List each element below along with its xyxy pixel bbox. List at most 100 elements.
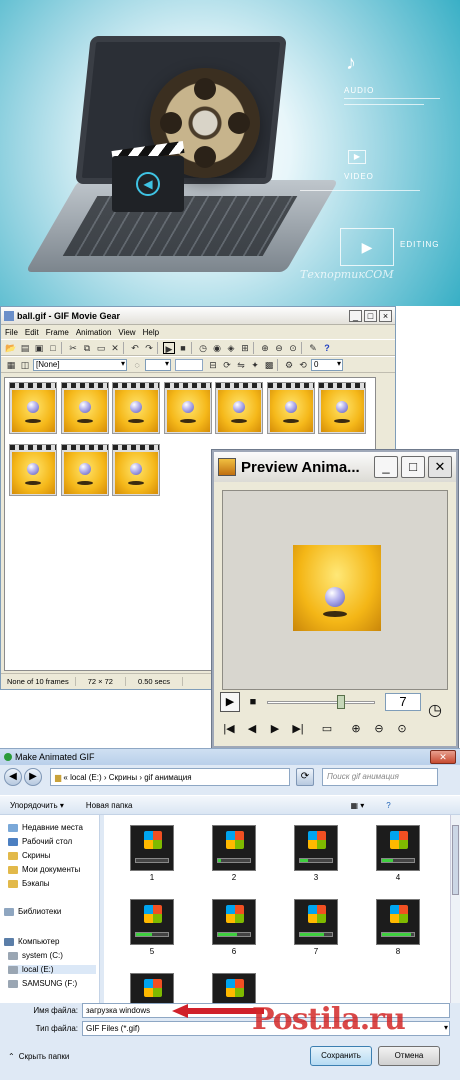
preview-minimize-button[interactable]: _ [374, 456, 398, 478]
color-select[interactable] [145, 358, 171, 371]
search-input[interactable]: Поиск gif анимация [322, 768, 438, 786]
file-thumbnail[interactable]: 5 [122, 895, 182, 961]
frame-thumbnail[interactable] [215, 382, 263, 434]
address-bar[interactable]: ▆ « local (E:) › Скрины › gif анимация [50, 768, 290, 786]
loop-icon[interactable]: ⚙ [283, 359, 295, 371]
refresh-button[interactable]: ⟳ [296, 768, 314, 786]
breadcrumb-gif[interactable]: gif анимация [144, 773, 191, 782]
effects-icon[interactable]: ✦ [249, 359, 261, 371]
zoom-in-icon[interactable]: ⊕ [347, 720, 365, 738]
delete-icon[interactable]: ✕ [109, 342, 121, 354]
grid-icon[interactable]: ▩ [263, 359, 275, 371]
preview-close-button[interactable]: ✕ [428, 456, 452, 478]
zoom-select[interactable]: 0 [311, 358, 343, 371]
menu-animation[interactable]: Animation [76, 328, 112, 337]
help-icon[interactable]: ? [386, 801, 390, 810]
color-pick-icon[interactable]: ◌ [131, 359, 143, 371]
nav-documents[interactable]: Мои документы [8, 865, 80, 874]
file-thumbnail[interactable]: 1 [122, 821, 182, 887]
zoom-out-icon[interactable]: ⊖ [273, 342, 285, 354]
view-options-icon[interactable]: ▦ ▾ [350, 801, 364, 810]
menu-frame[interactable]: Frame [46, 328, 69, 337]
save-button[interactable]: Сохранить [310, 1046, 372, 1066]
close-button[interactable]: × [379, 309, 392, 322]
file-thumbnail[interactable]: 2 [204, 821, 264, 887]
back-button[interactable]: ◀ [4, 768, 22, 786]
cancel-button[interactable]: Отмена [378, 1046, 440, 1066]
disposal-select[interactable]: [None] [33, 358, 127, 371]
file-thumbnail[interactable]: 7 [286, 895, 346, 961]
copy-icon[interactable]: ⧉ [81, 342, 93, 354]
timing-clock-icon[interactable]: ◷ [426, 702, 444, 720]
save-icon[interactable]: ▣ [33, 342, 45, 354]
scrollbar-thumb[interactable] [452, 825, 459, 895]
nav-drive-f[interactable]: SAMSUNG (F:) [8, 979, 77, 988]
nav-recent[interactable]: Недавние места [8, 823, 83, 832]
dialog-close-button[interactable]: ✕ [430, 750, 456, 764]
frame-thumbnail[interactable] [9, 444, 57, 496]
nav-desktop[interactable]: Рабочий стол [8, 837, 72, 846]
open-icon[interactable]: 📂 [5, 342, 17, 354]
file-thumbnail[interactable]: 4 [368, 821, 428, 887]
timing-icon[interactable]: ◷ [197, 342, 209, 354]
file-thumbnail[interactable] [204, 969, 264, 1003]
menu-file[interactable]: File [5, 328, 18, 337]
frame-thumbnail[interactable] [112, 382, 160, 434]
frame-slider[interactable] [267, 695, 375, 709]
stop-button[interactable]: ■ [244, 693, 262, 711]
new-folder-button[interactable]: Новая папка [86, 801, 133, 810]
forward-button[interactable]: ▶ [24, 768, 42, 786]
zoom-reset-icon[interactable]: ⊙ [393, 720, 411, 738]
redo-icon[interactable]: ↷ [143, 342, 155, 354]
paste-icon[interactable]: ▭ [95, 342, 107, 354]
hide-folders-toggle[interactable]: ⌃ Скрыть папки [8, 1052, 69, 1061]
menu-edit[interactable]: Edit [25, 328, 39, 337]
frame-thumbnail[interactable] [318, 382, 366, 434]
rotate-icon[interactable]: ⟳ [221, 359, 233, 371]
organize-button[interactable]: Упорядочить ▾ [10, 801, 64, 810]
palette-icon[interactable]: ◉ [211, 342, 223, 354]
nav-drive-c[interactable]: system (C:) [8, 951, 63, 960]
play-button[interactable]: ▶ [220, 692, 240, 712]
zoom-fit-icon[interactable]: ⊙ [287, 342, 299, 354]
frame-thumbnail[interactable] [163, 382, 212, 434]
crop-icon[interactable]: ⊞ [239, 342, 251, 354]
new-icon[interactable]: □ [47, 342, 59, 354]
play-icon[interactable]: ▶ [163, 341, 175, 354]
nav-computer[interactable]: Компьютер [4, 937, 59, 946]
breadcrumb-screens[interactable]: Скрины [109, 773, 137, 782]
breadcrumb-local[interactable]: local (E:) [70, 773, 102, 782]
file-scrollbar[interactable] [450, 815, 460, 1003]
reduce-icon[interactable]: ⊟ [207, 359, 219, 371]
cut-icon[interactable]: ✂ [67, 342, 79, 354]
help-icon[interactable]: ? [321, 342, 333, 354]
maximize-button[interactable]: □ [364, 309, 377, 322]
zoom-out-icon[interactable]: ⊖ [370, 720, 388, 738]
stop-icon[interactable]: ■ [177, 342, 189, 354]
prev-frame-icon[interactable]: ◀ [243, 720, 261, 738]
menu-view[interactable]: View [118, 328, 135, 337]
delay-input[interactable] [175, 358, 203, 371]
flip-icon[interactable]: ⇋ [235, 359, 247, 371]
zoom-in-icon[interactable]: ⊕ [259, 342, 271, 354]
fullscreen-icon[interactable]: ▭ [318, 720, 336, 738]
file-thumbnail[interactable]: 3 [286, 821, 346, 887]
optimize-icon[interactable]: ◈ [225, 342, 237, 354]
frame-props-icon[interactable]: ▦ [5, 359, 17, 371]
frame-number-field[interactable]: 7 [385, 693, 421, 711]
frame-thumbnail[interactable] [9, 382, 57, 434]
file-thumbnail[interactable] [122, 969, 182, 1003]
filename-input[interactable]: загрузка windows [82, 1002, 450, 1018]
nav-screens[interactable]: Скрины [8, 851, 50, 860]
file-thumbnail[interactable]: 8 [368, 895, 428, 961]
menu-help[interactable]: Help [143, 328, 159, 337]
open-recent-icon[interactable]: ▤ [19, 342, 31, 354]
minimize-button[interactable]: _ [349, 309, 362, 322]
preview-maximize-button[interactable]: □ [401, 456, 425, 478]
nav-libraries[interactable]: Библиотеки [4, 907, 61, 916]
frame-thumbnail[interactable] [60, 382, 109, 434]
transparency-icon[interactable]: ◫ [19, 359, 31, 371]
wizard-icon[interactable]: ✎ [307, 342, 319, 354]
refresh-icon[interactable]: ⟲ [297, 359, 309, 371]
first-frame-icon[interactable]: |◀ [220, 720, 238, 738]
